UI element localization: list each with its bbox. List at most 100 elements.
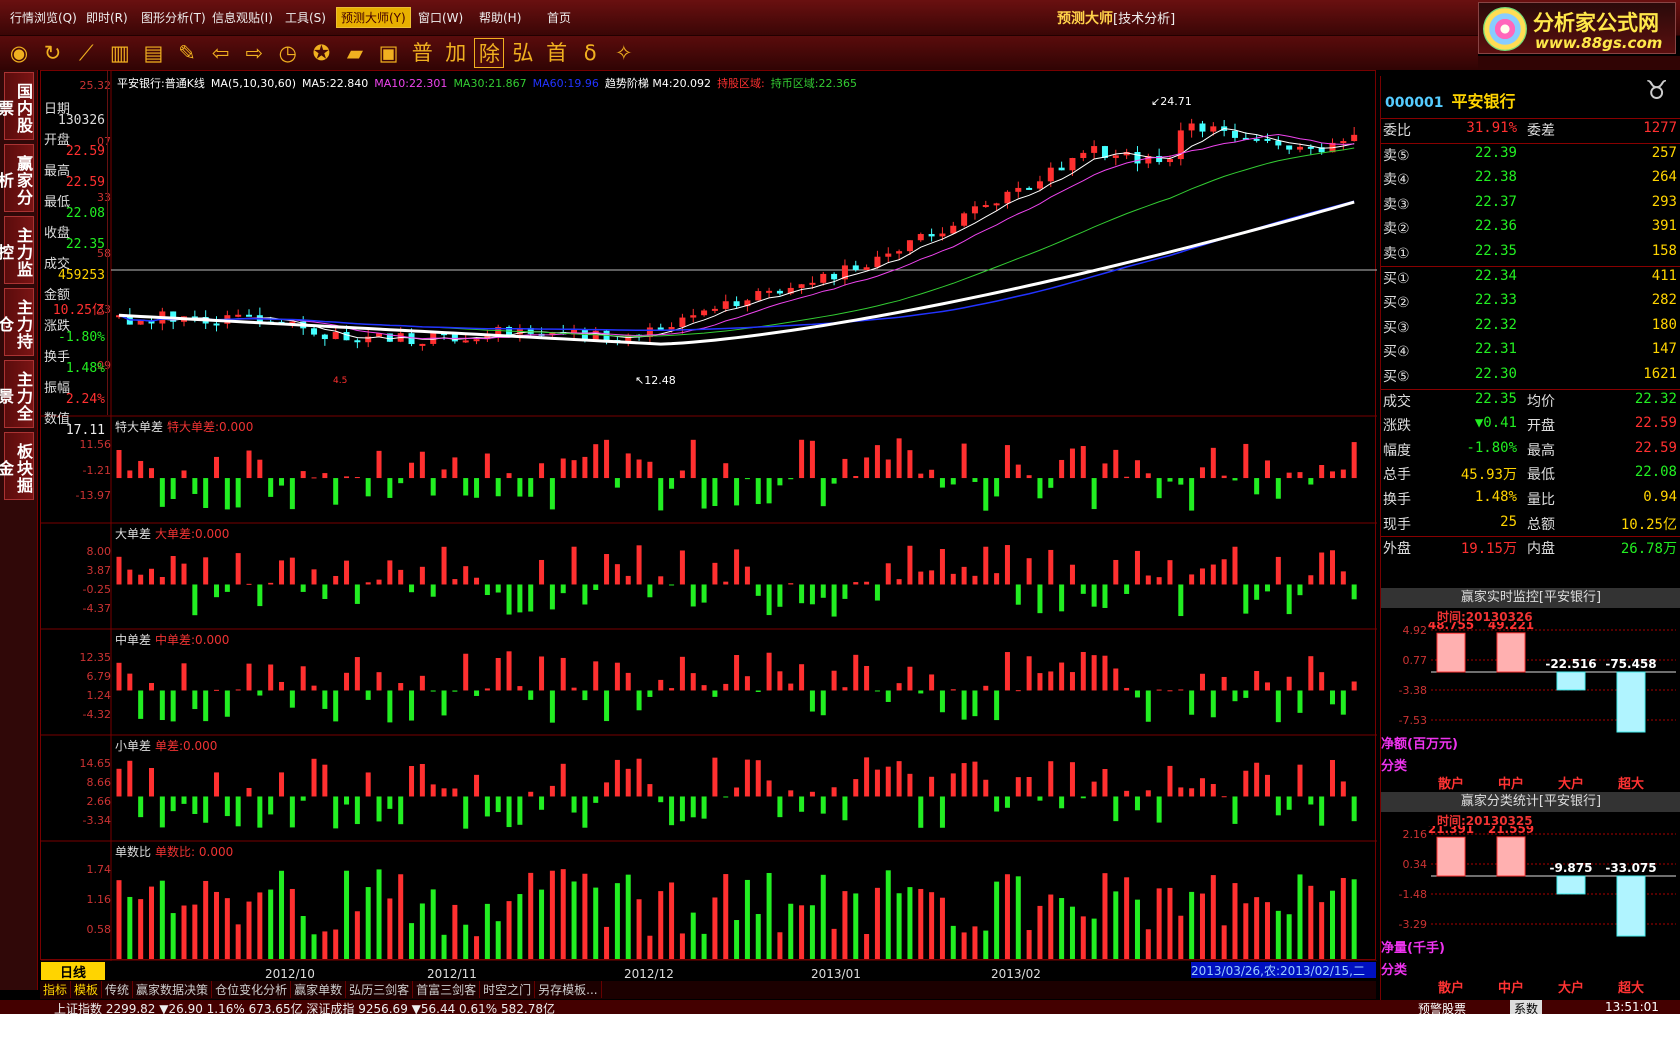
arrow-left-icon[interactable]: ⇦ (206, 38, 236, 68)
candle-body (1004, 191, 1011, 204)
side-tab-4[interactable]: 主力全景 (0, 360, 34, 428)
monitor-bar (1616, 671, 1646, 733)
bottom-tab-4[interactable]: 仓位变化分析 (212, 981, 292, 998)
indicator-bar (734, 549, 740, 585)
candle-body (928, 234, 935, 237)
indicator-bar (658, 478, 664, 511)
line-chart-icon[interactable]: ⟋ (71, 38, 101, 68)
tool-14[interactable]: 除 (474, 38, 505, 68)
indicator-bar (864, 457, 870, 479)
side-tab-0[interactable]: 国内股票 (0, 72, 34, 140)
edit-doc-icon[interactable]: ▣ (374, 38, 404, 68)
indicator-bar (593, 661, 599, 691)
indicator-bar (159, 576, 165, 585)
notepad-icon[interactable]: ▤ (138, 38, 168, 68)
menu-item-4[interactable]: 工具(S) (285, 9, 326, 26)
indicator-bar (549, 584, 555, 610)
indicator-bar (387, 560, 393, 585)
indicator-bar (268, 889, 274, 959)
period-tab[interactable]: 日线 (41, 962, 105, 981)
tool-15[interactable]: 弘 (508, 38, 538, 68)
separator (1381, 265, 1680, 267)
indicator-bar (799, 905, 805, 959)
menu-item-6[interactable]: 窗口(W) (418, 9, 463, 26)
indicator-bar (300, 471, 306, 479)
legend-7: 持股区域: (717, 77, 765, 90)
pen-icon[interactable]: ✎ (172, 38, 202, 68)
wand-icon[interactable]: ✧ (609, 38, 639, 68)
indicator-bar (365, 582, 371, 585)
indicator-bar (289, 557, 295, 585)
indicator-bar (365, 690, 371, 700)
menu-item-2[interactable]: 图形分析(T) (141, 9, 206, 26)
indicator-bar (755, 584, 761, 596)
indicator-bar (820, 796, 826, 814)
indicator-bar (853, 582, 859, 585)
menu-item-5[interactable]: 预测大师(Y) (336, 7, 411, 28)
refresh-icon[interactable]: ↻ (38, 38, 68, 68)
row-value: ▼0.41 (1474, 415, 1517, 432)
date-label-1: 2012/11 (427, 967, 477, 981)
bottom-tab-7[interactable]: 首富三剑客 (413, 981, 481, 998)
indicator-bar (571, 796, 577, 813)
menu-item-3[interactable]: 信息观贴(I) (212, 9, 273, 26)
indicator-bar (669, 882, 675, 959)
bottom-tab-1[interactable]: 模板 (71, 981, 103, 998)
quote-stat-row-4: 换手 1.48% 量比 0.94 (1381, 489, 1680, 513)
monitor-category: 散户 (1438, 980, 1464, 996)
indicator-bar (279, 681, 285, 691)
indicator-bar (116, 880, 122, 959)
menu-item-7[interactable]: 帮助(H) (479, 9, 521, 26)
arrow-right-icon[interactable]: ⇨ (239, 38, 269, 68)
indicator-bar (398, 478, 404, 484)
bar-chart-icon[interactable]: ▥ (105, 38, 135, 68)
bottom-tab-0[interactable]: 指标 (40, 981, 72, 998)
quote-stat-row-1: 涨跌 ▼0.41 开盘 22.59 (1381, 415, 1680, 439)
tool-13[interactable]: 加 (441, 38, 471, 68)
tool-16[interactable]: 首 (542, 38, 572, 68)
chart-area[interactable]: ↙24.71 ↖12.48 4.5 平安银行:普通K线 MA(5,10,30,60) M… (40, 70, 1377, 981)
indicator-bar (127, 470, 133, 479)
bottom-tab-3[interactable]: 赢家数据决策 (133, 981, 213, 998)
bottom-tab-9[interactable]: 另存模板... (535, 981, 602, 998)
bottom-tab-6[interactable]: 弘历三剑客 (346, 981, 414, 998)
menu-item-1[interactable]: 即时(R) (86, 9, 128, 26)
side-tab-3[interactable]: 主力持仓 (0, 288, 34, 356)
candle-body (798, 284, 805, 288)
tool-12[interactable]: 普 (407, 38, 437, 68)
side-tab-2[interactable]: 主力监控 (0, 216, 34, 284)
indicator-bar (961, 690, 967, 720)
tool-17[interactable]: δ (575, 38, 605, 68)
side-tab-5[interactable]: 板块掘金 (0, 432, 34, 500)
menu-item-0[interactable]: 行情浏览(Q) (10, 9, 77, 26)
indicator-bar (647, 461, 653, 479)
indicator-bar (1178, 787, 1184, 797)
indicator-bar (409, 690, 415, 721)
indicator-bar (1091, 655, 1097, 691)
logo: 分析家公式网 www.88gs.com (1478, 2, 1676, 54)
row-value: 22.37 (1474, 193, 1517, 210)
star-doc-icon[interactable]: ✪ (306, 38, 336, 68)
indicator-bar (1340, 571, 1346, 585)
row-value2: 180 (1651, 316, 1677, 333)
folder-add-icon[interactable]: ▰ (340, 38, 370, 68)
bottom-tab-2[interactable]: 传统 (102, 981, 134, 998)
bottom-tab-8[interactable]: 时空之门 (480, 981, 536, 998)
bottom-tab-5[interactable]: 赢家单数 (291, 981, 347, 998)
indicator-bar (409, 462, 415, 479)
rss-icon[interactable]: ◉ (4, 38, 34, 68)
side-tab-1[interactable]: 赢家分析 (0, 144, 34, 212)
indicator-name: 大单差 (115, 527, 152, 541)
indicator-bar (300, 584, 306, 592)
indicator-bar (235, 924, 241, 959)
quote-panel: 000001 平安银行 ♉ 委比 31.91% 委差 1277 卖⑤ 22.39 257 卖④ 2… (1380, 76, 1680, 1000)
indicator-bar (528, 690, 534, 700)
row-label: 买① (1383, 270, 1410, 287)
chart-canvas[interactable]: ↙24.71 ↖12.48 4.5 (41, 71, 1377, 961)
candle-body (950, 225, 957, 234)
indicator-bar (1308, 478, 1314, 485)
indicator-bar (409, 923, 415, 959)
clock-icon[interactable]: ◷ (273, 38, 303, 68)
menu-item-8[interactable]: 首页 (547, 9, 571, 26)
row-value: 22.30 (1474, 366, 1517, 382)
